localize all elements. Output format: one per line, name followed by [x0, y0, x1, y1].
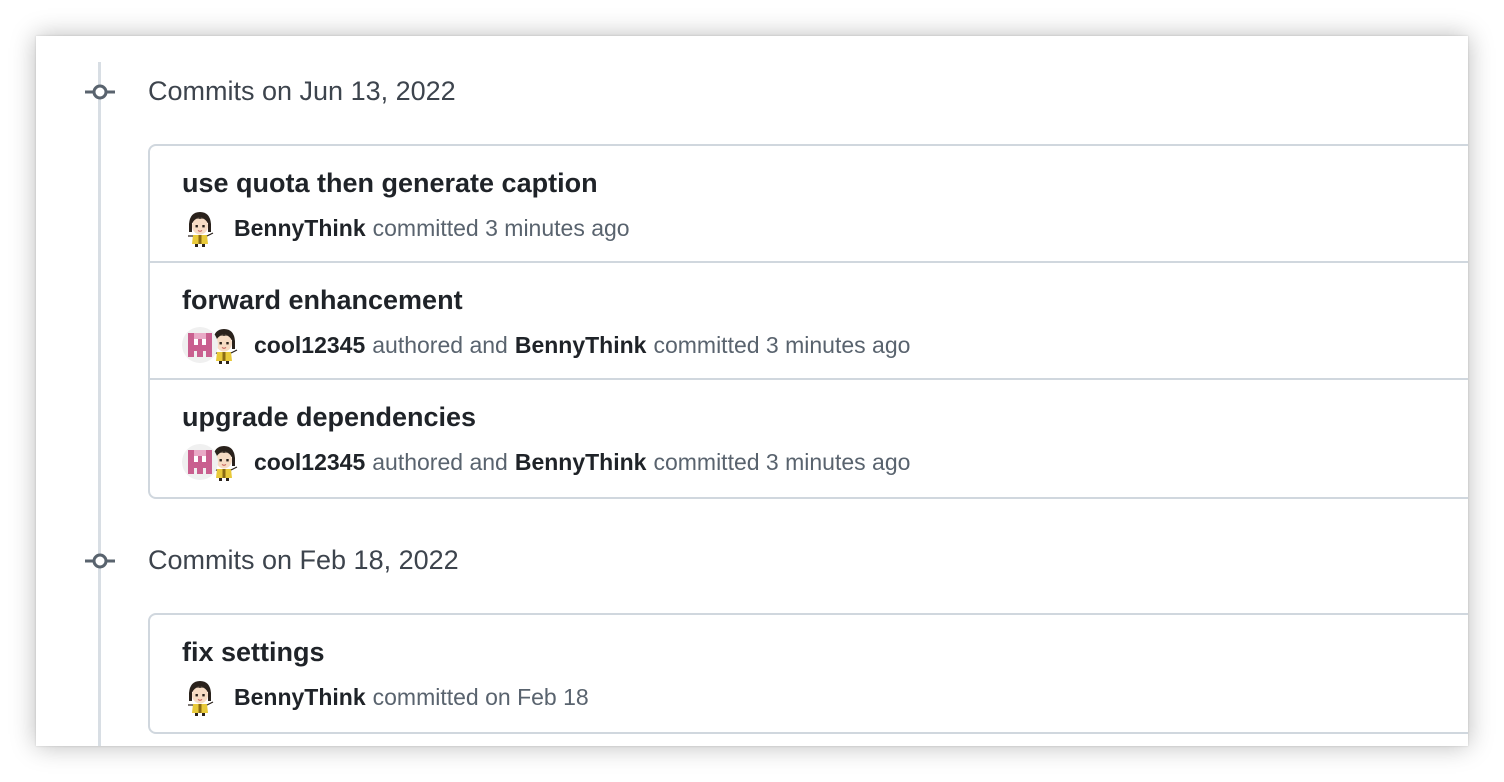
commit-group-header: Commits on Feb 18, 2022 — [148, 545, 459, 575]
avatar-pair — [182, 442, 242, 482]
commit-title-link[interactable]: forward enhancement — [182, 283, 463, 317]
commit-title-link[interactable]: upgrade dependencies — [182, 400, 476, 434]
avatar-pair — [182, 325, 242, 365]
git-commit-icon — [83, 84, 117, 100]
commit-row: forward enhancement cool12345 authored an… — [150, 263, 1468, 380]
committed-text: committed 3 minutes ago — [653, 331, 911, 358]
commit-history-window: Commits on Jun 13, 2022 use quota then g… — [36, 36, 1468, 746]
committer-link[interactable]: BennyThink — [515, 332, 647, 359]
authored-text: authored and — [372, 331, 508, 358]
commit-meta: cool12345 authored and BennyThink committed… — [182, 442, 910, 482]
author-link[interactable]: cool12345 — [254, 449, 365, 476]
commit-row: use quota then generate caption BennyThi… — [150, 146, 1468, 263]
page-background: Commits on Jun 13, 2022 use quota then g… — [0, 0, 1504, 782]
git-commit-icon — [83, 553, 117, 569]
committer-link[interactable]: BennyThink — [234, 215, 366, 242]
author-avatar[interactable] — [182, 444, 218, 480]
timeline-line — [98, 62, 101, 746]
authored-text: authored and — [372, 448, 508, 475]
committed-text: committed on Feb 18 — [372, 683, 589, 710]
commit-meta: cool12345 authored and BennyThink committed… — [182, 325, 910, 365]
committer-avatar[interactable] — [182, 208, 218, 248]
committer-link[interactable]: BennyThink — [234, 684, 366, 711]
committed-text: committed 3 minutes ago — [653, 448, 911, 475]
commit-meta: BennyThink committed 3 minutes ago — [182, 208, 630, 248]
commit-title-link[interactable]: fix settings — [182, 635, 325, 669]
commit-list: fix settings BennyThink committed on Feb … — [148, 613, 1468, 734]
commit-row: fix settings BennyThink committed on Feb … — [150, 615, 1468, 732]
committer-avatar[interactable] — [182, 677, 218, 717]
commit-list: use quota then generate caption BennyThi… — [148, 144, 1468, 499]
committed-text: committed 3 minutes ago — [372, 214, 630, 241]
committer-link[interactable]: BennyThink — [515, 449, 647, 476]
author-link[interactable]: cool12345 — [254, 332, 365, 359]
author-avatar[interactable] — [182, 327, 218, 363]
commit-row: upgrade dependencies cool12345 authored a… — [150, 380, 1468, 497]
commit-meta: BennyThink committed on Feb 18 — [182, 677, 589, 717]
commit-group-header: Commits on Jun 13, 2022 — [148, 76, 456, 106]
commit-title-link[interactable]: use quota then generate caption — [182, 166, 598, 200]
